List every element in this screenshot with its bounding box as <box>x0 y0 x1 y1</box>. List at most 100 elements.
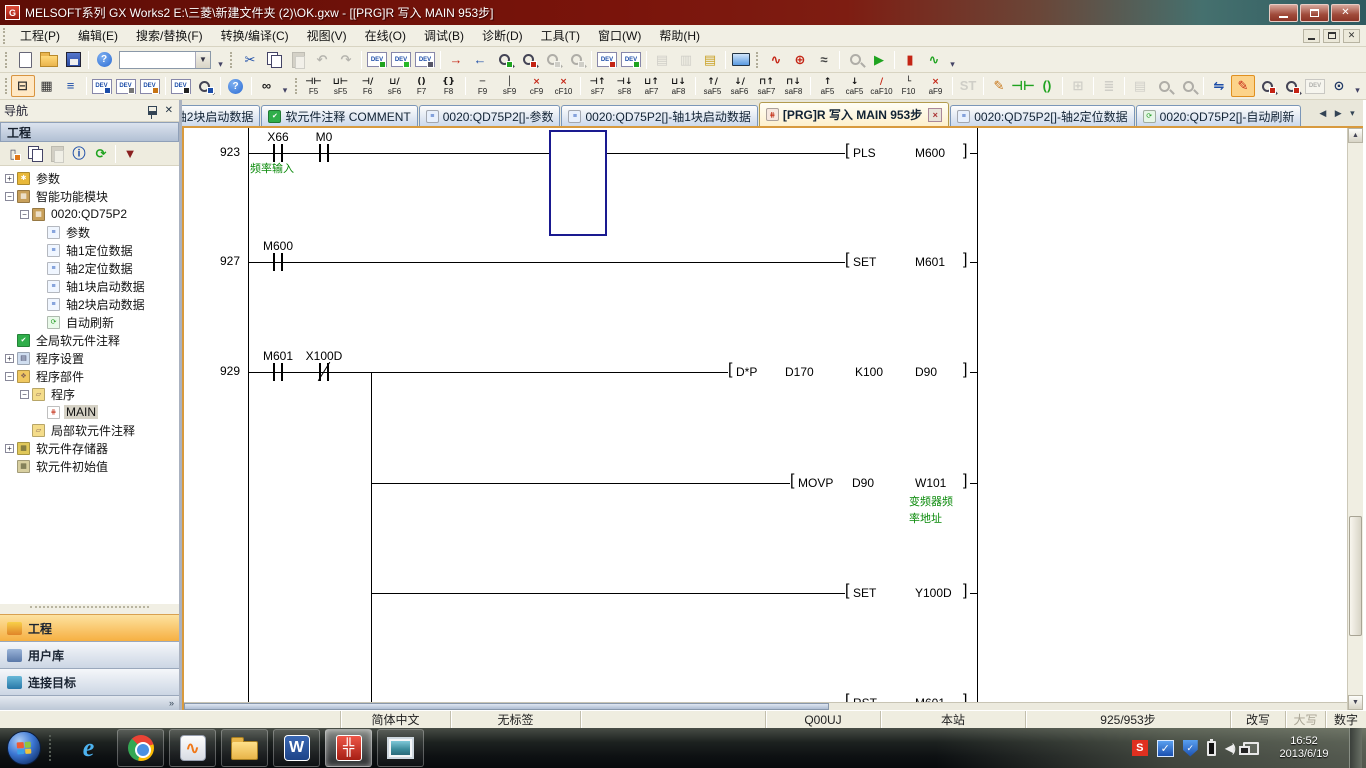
tree-item-[interactable]: ⟳ 自动刷新 <box>0 313 179 331</box>
tab-7[interactable]: ⟳ 0020:QD75P2[]-自动刷新 <box>1135 105 1302 126</box>
menu-item-f[interactable]: 搜索/替换(F) <box>127 25 212 46</box>
device-list-button[interactable]: DEV <box>114 75 138 97</box>
tab-menu-icon[interactable]: ▾ <box>1350 108 1355 119</box>
tree-item-0020qd75p2[interactable]: − ▦ 0020:QD75P2 <box>0 205 179 223</box>
edit-block-button[interactable]: ⊞ <box>1066 75 1090 97</box>
module-search-button[interactable] <box>843 49 867 71</box>
tab-3[interactable]: ≡ 0020:QD75P2[]-参数 <box>418 105 561 126</box>
paste-button[interactable] <box>286 49 310 71</box>
nav-view-project[interactable]: 工程 <box>0 614 179 641</box>
tab-5[interactable]: ⋕ [PRG]R 写入 MAIN 953步 × <box>758 102 950 126</box>
toolbar-overflow[interactable]: ▾ <box>279 76 292 96</box>
device-display-button[interactable]: DEV <box>169 75 193 97</box>
axis-monitor-point-button[interactable]: ⊕ <box>788 49 812 71</box>
tree-item-[interactable]: + ▤ 程序设置 <box>0 349 179 367</box>
open-project-button[interactable] <box>37 49 61 71</box>
mdi-restore-button[interactable] <box>1323 28 1340 43</box>
nav-new-button[interactable]: ▯ <box>2 144 24 164</box>
mdi-minimize-button[interactable] <box>1303 28 1320 43</box>
edit-ladder-button[interactable]: ✎ <box>987 75 1011 97</box>
save-project-button[interactable] <box>61 49 85 71</box>
horizontal-scroll-thumb[interactable] <box>184 703 829 710</box>
device-batch-button[interactable]: DEV <box>1303 75 1327 97</box>
close-branch-button[interactable]: ⊔∕ sF6 <box>381 74 408 98</box>
ladder-editor[interactable]: 923 X66 频率输入 M0[PLS M600] 927 M600[SET M601] 929… <box>182 126 1363 710</box>
pulse-fall-contact-button[interactable]: ⊣↓ sF8 <box>611 74 638 98</box>
device-find-button[interactable]: DEV <box>90 75 114 97</box>
delete-line-mode-button[interactable]: × aF9 <box>922 74 949 98</box>
help-2-button[interactable]: ? <box>224 75 248 97</box>
module-exec-button[interactable]: ▶ <box>867 49 891 71</box>
taskbar-ie[interactable]: e <box>65 729 112 767</box>
tree-expander-icon[interactable]: − <box>5 371 14 381</box>
monitor-resume-button[interactable] <box>564 49 588 71</box>
horizontal-scrollbar[interactable] <box>184 702 1347 710</box>
tray-stock[interactable]: S <box>1131 740 1148 756</box>
tree-expander-icon[interactable]: − <box>20 389 29 399</box>
device-test-write-button[interactable]: DEV <box>595 49 619 71</box>
device-monitor-button[interactable]: DEV <box>389 49 413 71</box>
tray-360-shield[interactable]: ✓ <box>1182 739 1198 757</box>
device-search-button[interactable] <box>193 75 217 97</box>
invert-result-button[interactable]: ↑ aF5 <box>814 74 841 98</box>
nav-view-user-library[interactable]: 用户库 <box>0 641 179 668</box>
scroll-up-arrow[interactable]: ▲ <box>1348 128 1363 143</box>
monitor-window-button[interactable] <box>729 49 753 71</box>
tree-expander-icon[interactable]: − <box>20 209 29 219</box>
taskbar-explorer[interactable] <box>221 729 268 767</box>
nav-info-button[interactable]: ⓘ <box>68 144 90 164</box>
taskbar-chrome[interactable] <box>117 729 164 767</box>
statement-find-2-button[interactable] <box>1176 75 1200 97</box>
view-selector-footer[interactable]: » <box>0 695 179 710</box>
tab-scroll-left-icon[interactable]: ◀ <box>1319 108 1326 119</box>
parameter-note-button[interactable]: ▤ <box>698 49 722 71</box>
graph-thermometer-button[interactable]: ▮ <box>898 49 922 71</box>
tray-volume[interactable]: ◀) <box>1225 741 1236 755</box>
start-button[interactable] <box>7 731 41 765</box>
vertical-scroll-thumb[interactable] <box>1349 516 1362 636</box>
toolbar-overflow[interactable]: ▾ <box>1351 76 1364 96</box>
axis-monitor-curve-button[interactable]: ∿ <box>764 49 788 71</box>
graph-wave-button[interactable]: ∿ <box>922 49 946 71</box>
write-to-plc-button[interactable]: → <box>444 49 468 71</box>
menu-item-e[interactable]: 编辑(E) <box>69 25 127 46</box>
tree-item-[interactable]: − ▦ 智能功能模块 <box>0 187 179 205</box>
menu-item-b[interactable]: 调试(B) <box>415 25 473 46</box>
minimize-button[interactable] <box>1269 3 1298 22</box>
hkey-monitor-button[interactable]: DEV <box>413 49 437 71</box>
taskbar-clock[interactable]: 16:52 2013/6/19 <box>1268 735 1340 761</box>
delete-line-button[interactable]: ∕ caF10 <box>868 74 895 98</box>
delete-vertical-line-button[interactable]: × cF10 <box>550 74 577 98</box>
horizontal-line-button[interactable]: ─ F9 <box>469 74 496 98</box>
pulse-not-contact-button[interactable]: ↑∕ saF5 <box>699 74 726 98</box>
menu-item-c[interactable]: 转换/编译(C) <box>212 25 298 46</box>
edit-cursor[interactable] <box>549 130 607 236</box>
zoom-find-2-button[interactable] <box>1279 75 1303 97</box>
tab-1[interactable]: ≡0020:QD75P2[]-轴2块启动数据 <box>182 105 261 126</box>
help-button[interactable]: ? <box>92 49 116 71</box>
application-instruction-button[interactable]: {} F8 <box>435 74 462 98</box>
taskbar-viewer[interactable] <box>377 729 424 767</box>
mdi-close-button[interactable]: ✕ <box>1343 28 1360 43</box>
sampling-trace-button[interactable]: ≈ <box>812 49 836 71</box>
wrap-display-button[interactable]: ⇋ <box>1207 75 1231 97</box>
draw-line-button[interactable]: └ F10 <box>895 74 922 98</box>
tree-item-2[interactable]: ≡ 轴2块启动数据 <box>0 295 179 313</box>
menu-item-h[interactable]: 帮助(H) <box>650 25 709 46</box>
menu-item-w[interactable]: 窗口(W) <box>589 25 650 46</box>
zoom-scale-button[interactable]: ⊙ <box>1327 75 1351 97</box>
tray-network[interactable] <box>1239 741 1259 755</box>
pin-icon[interactable] <box>147 106 157 119</box>
tray-battery[interactable] <box>1206 738 1216 756</box>
pulse-result-button[interactable]: ↓ caF5 <box>841 74 868 98</box>
statement-edit-2-button[interactable]: ▥ <box>674 49 698 71</box>
tree-item-1[interactable]: ≡ 轴1块启动数据 <box>0 277 179 295</box>
close-button[interactable]: ✕ <box>1331 3 1360 22</box>
close-contact-button[interactable]: ⊣∕ F6 <box>354 74 381 98</box>
write-contact-edit-button[interactable]: ⊣⊢ <box>1011 75 1035 97</box>
pulse-fall-branch-button[interactable]: ⊔↓ aF8 <box>665 74 692 98</box>
scroll-down-arrow[interactable]: ▼ <box>1348 695 1363 710</box>
navigation-toggle-button[interactable]: ⊟ <box>10 75 35 97</box>
toolbar-overflow[interactable]: ▾ <box>214 50 227 70</box>
zoom-find-1-button[interactable] <box>1255 75 1279 97</box>
